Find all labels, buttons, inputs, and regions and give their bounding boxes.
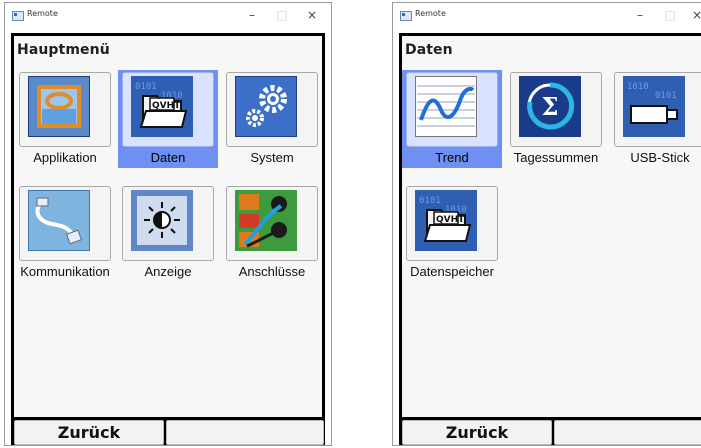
menu-tile-usb-stick[interactable]: 1010 0101 USB-Stick [610, 70, 701, 168]
screen-title: Hauptmenü [17, 42, 110, 58]
tile-label: Tagessummen [513, 150, 599, 165]
menu-tile-datenspeicher[interactable]: 0101 1010 QVHT Datenspeicher [402, 184, 502, 282]
zurueck-softkey[interactable]: Zurück [402, 420, 552, 445]
anschluesse-terminal-icon [235, 190, 297, 251]
tile-label: Anschlüsse [238, 264, 306, 279]
system-gears-icon [235, 76, 297, 137]
svg-text:0101: 0101 [135, 82, 157, 92]
device-display-frame: Daten Trend Σ Tagessummen 1010 0101 USB-… [399, 33, 701, 445]
menu-tile-anzeige[interactable]: Anzeige [118, 184, 218, 282]
svg-text:0101: 0101 [655, 91, 677, 101]
menu-tile-anschluesse[interactable]: Anschlüsse [222, 184, 322, 282]
trend-chart-icon [415, 76, 477, 137]
svg-text:0101: 0101 [419, 196, 441, 206]
close-button[interactable]: × [686, 6, 701, 24]
daten-folder-icon: 0101 1010 QVHT [131, 76, 193, 137]
maximize-button[interactable]: □ [659, 6, 681, 24]
menu-tile-tagessummen[interactable]: Σ Tagessummen [506, 70, 606, 168]
window-titlebar[interactable]: Remote – □ × [5, 3, 331, 29]
minimize-button[interactable]: – [241, 6, 263, 24]
kommunikation-cable-icon [28, 190, 90, 251]
svg-text:QVHT: QVHT [152, 101, 181, 111]
tile-label: Trend [435, 150, 469, 165]
menu-tile-daten[interactable]: 0101 1010 QVHT Daten [118, 70, 218, 168]
device-display-frame: Hauptmenü Applikation 0101 1010 QVHT Dat… [11, 33, 325, 445]
empty-softkey[interactable] [166, 420, 324, 445]
datenspeicher-folder-icon: 0101 1010 QVHT [415, 190, 477, 251]
window-title: Remote [415, 9, 446, 18]
anzeige-brightness-icon [131, 190, 193, 251]
close-button[interactable]: × [301, 6, 323, 24]
tile-label: Kommunikation [20, 264, 110, 279]
menu-tile-kommunikation[interactable]: Kommunikation [15, 184, 115, 282]
tile-label: Applikation [33, 150, 97, 165]
screen-title: Daten [405, 42, 453, 58]
window-titlebar[interactable]: Remote – □ × [393, 3, 701, 29]
applikation-icon [28, 76, 90, 137]
softkey-bar: Zurück [11, 418, 325, 445]
empty-softkey[interactable] [554, 420, 701, 445]
svg-text:Σ: Σ [542, 92, 559, 121]
menu-tile-applikation[interactable]: Applikation [15, 70, 115, 168]
menu-tile-system[interactable]: System [222, 70, 322, 168]
tile-label: USB-Stick [630, 150, 690, 165]
app-window-icon [400, 11, 412, 21]
sigma-icon: Σ [519, 76, 581, 137]
device-screen: Daten Trend Σ Tagessummen 1010 0101 USB-… [402, 36, 701, 417]
tile-label: Datenspeicher [410, 264, 494, 279]
window-title: Remote [27, 9, 58, 18]
app-window-icon [12, 11, 24, 21]
softkey-bar: Zurück [399, 418, 701, 445]
usb-stick-icon: 1010 0101 [623, 76, 685, 137]
remote-window-main-menu: Remote – □ × Hauptmenü Applikation 0101 … [4, 2, 332, 446]
tile-label: System [250, 150, 294, 165]
tile-label: Anzeige [144, 264, 192, 279]
device-screen: Hauptmenü Applikation 0101 1010 QVHT Dat… [14, 36, 322, 417]
svg-text:1010: 1010 [627, 82, 649, 92]
tile-label: Daten [150, 150, 186, 165]
remote-window-daten: Remote – □ × Daten Trend Σ Tagessummen 1… [392, 2, 701, 446]
svg-text:QVHT: QVHT [436, 215, 465, 225]
zurueck-softkey[interactable]: Zurück [14, 420, 164, 445]
maximize-button[interactable]: □ [271, 6, 293, 24]
menu-tile-trend[interactable]: Trend [402, 70, 502, 168]
minimize-button[interactable]: – [629, 6, 651, 24]
